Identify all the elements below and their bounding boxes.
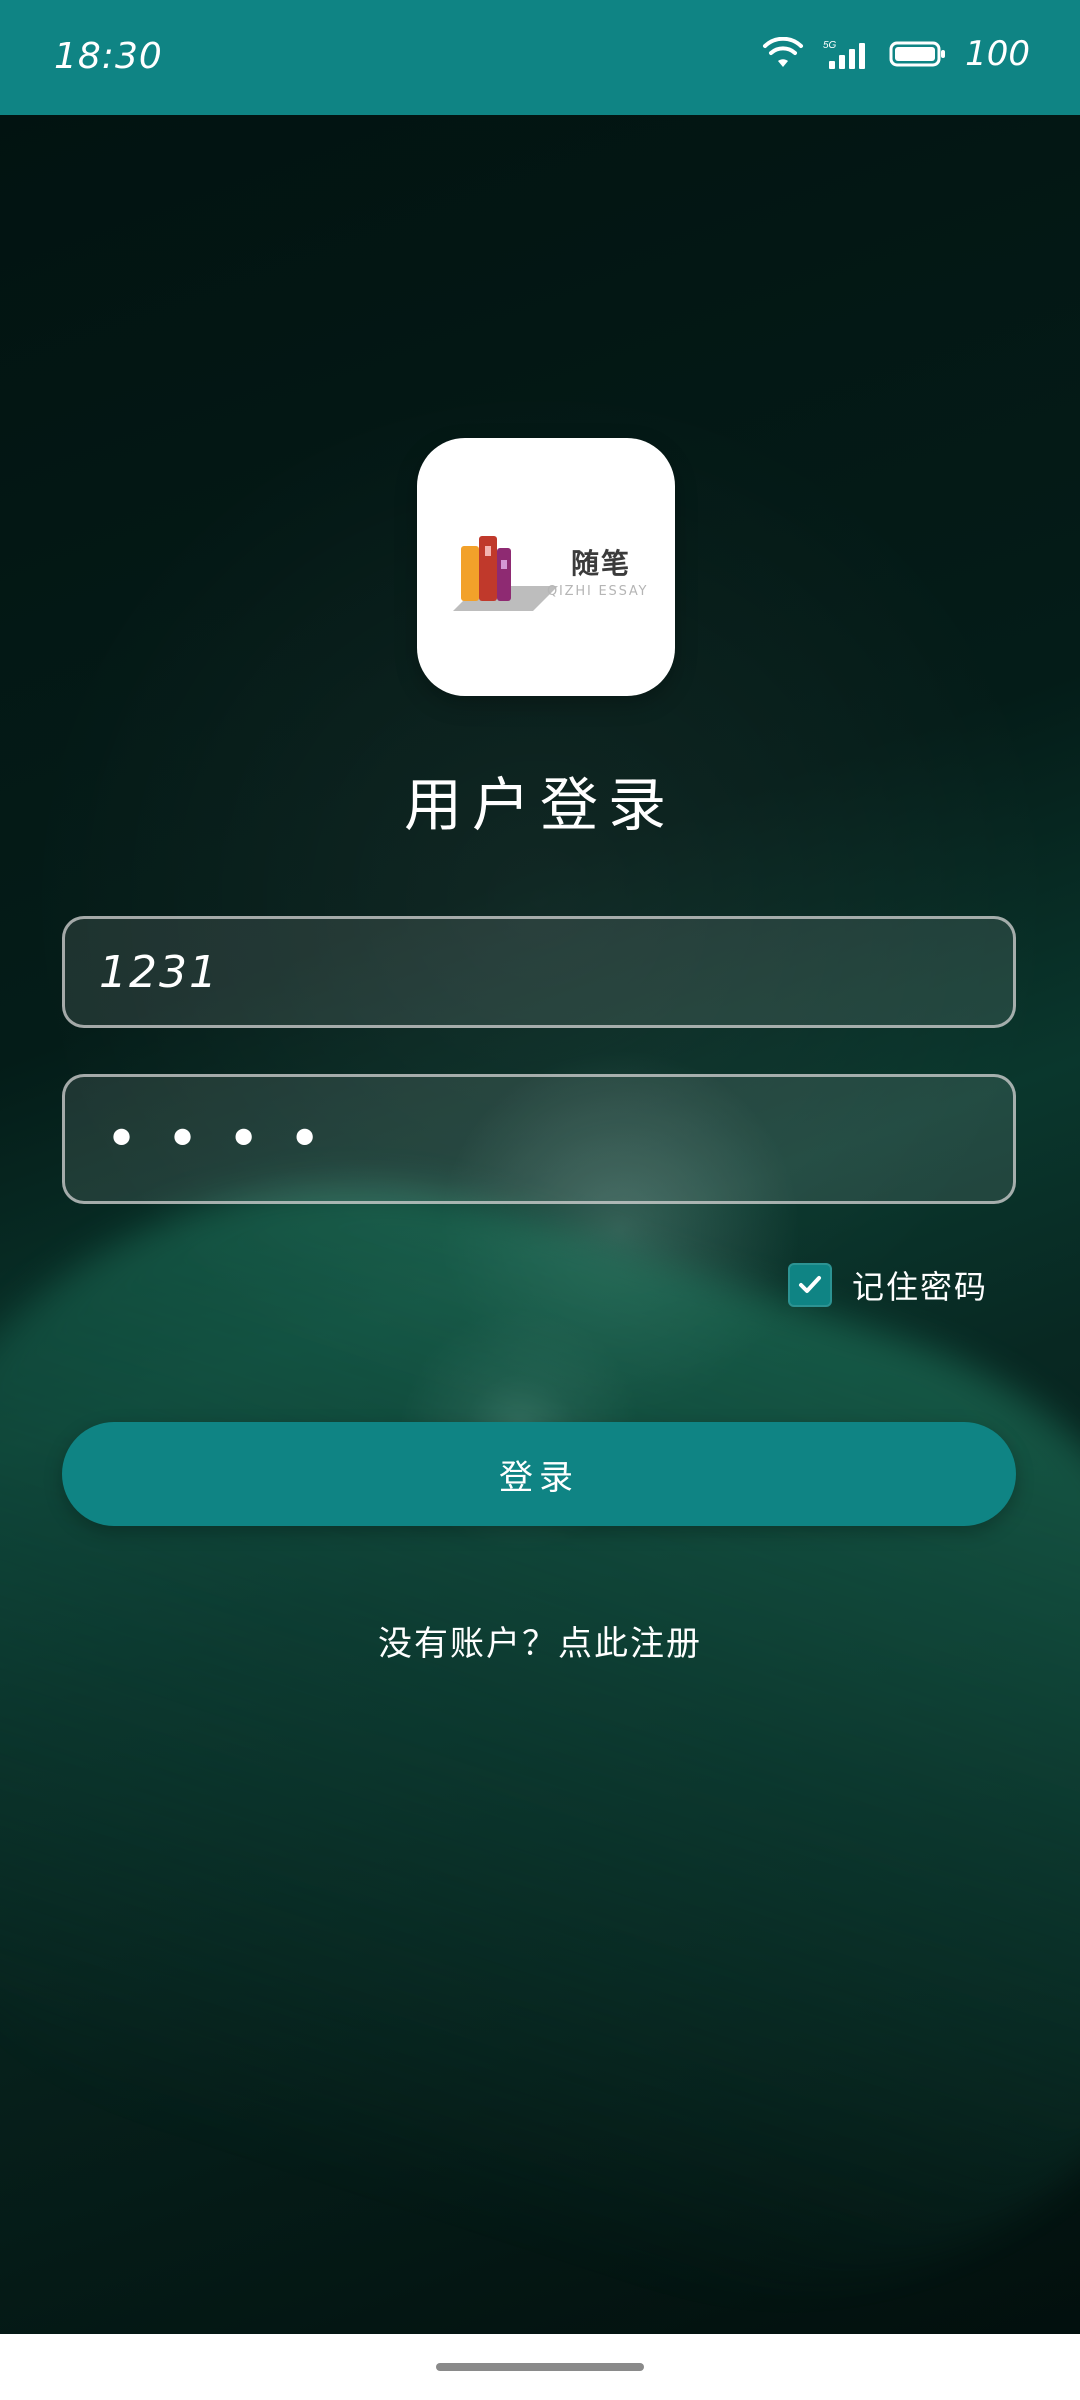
signal-icon: 5G xyxy=(823,37,871,71)
network-label: 5G xyxy=(823,40,837,51)
remember-password-label: 记住密码 xyxy=(852,1268,989,1306)
page-title: 用户登录 xyxy=(403,771,676,839)
status-time: 18:30 xyxy=(54,36,163,77)
home-indicator[interactable] xyxy=(436,2363,644,2371)
battery-icon xyxy=(889,39,947,69)
remember-password[interactable]: 记住密码 xyxy=(788,1262,988,1308)
register-link[interactable]: 没有账户？点此注册 xyxy=(0,1616,1080,1665)
login-button[interactable]: 登录 xyxy=(62,1422,1016,1526)
password-field[interactable]: •••• xyxy=(62,1074,1016,1204)
status-icons: 5G 100 xyxy=(761,34,1030,74)
battery-percent: 100 xyxy=(965,34,1030,74)
checkmark-icon xyxy=(799,1276,821,1293)
username-field[interactable]: 1231 xyxy=(62,916,1016,1028)
status-bar: 18:30 5G 100 xyxy=(0,0,1080,115)
app-logo: 随笔 QIZHI ESSAY xyxy=(417,438,675,696)
username-value: 1231 xyxy=(99,946,219,998)
logo-subtitle: QIZHI ESSAY xyxy=(547,584,649,599)
navigation-bar xyxy=(0,2334,1080,2400)
books-icon xyxy=(453,536,558,611)
remember-password-checkbox[interactable] xyxy=(788,1263,832,1307)
logo-title: 随笔 xyxy=(571,547,632,580)
password-masked-value: •••• xyxy=(105,1106,350,1172)
wifi-icon xyxy=(761,37,805,71)
